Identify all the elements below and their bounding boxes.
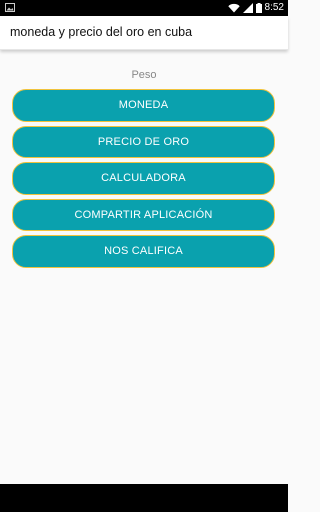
status-bar: 8:52 bbox=[0, 0, 288, 16]
rate-us-button[interactable]: NOS CALIFICA bbox=[12, 235, 275, 268]
app-bar: moneda y precio del oro en cuba bbox=[0, 16, 288, 50]
precio-de-oro-button[interactable]: PRECIO DE ORO bbox=[12, 125, 275, 158]
moneda-button[interactable]: MONEDA bbox=[12, 89, 275, 122]
signal-icon bbox=[242, 3, 253, 13]
battery-icon bbox=[255, 3, 262, 13]
image-icon bbox=[5, 3, 15, 12]
share-app-button[interactable]: COMPARTIR APLICACIÓN bbox=[12, 198, 275, 231]
main-menu: MONEDA PRECIO DE ORO CALCULADORA COMPART… bbox=[12, 89, 275, 268]
app-title: moneda y precio del oro en cuba bbox=[10, 25, 193, 39]
navigation-bar bbox=[0, 484, 288, 512]
currency-label: Peso bbox=[131, 69, 157, 81]
status-time: 8:52 bbox=[264, 2, 284, 13]
calculadora-button[interactable]: CALCULADORA bbox=[12, 162, 275, 195]
wifi-icon bbox=[227, 3, 240, 13]
